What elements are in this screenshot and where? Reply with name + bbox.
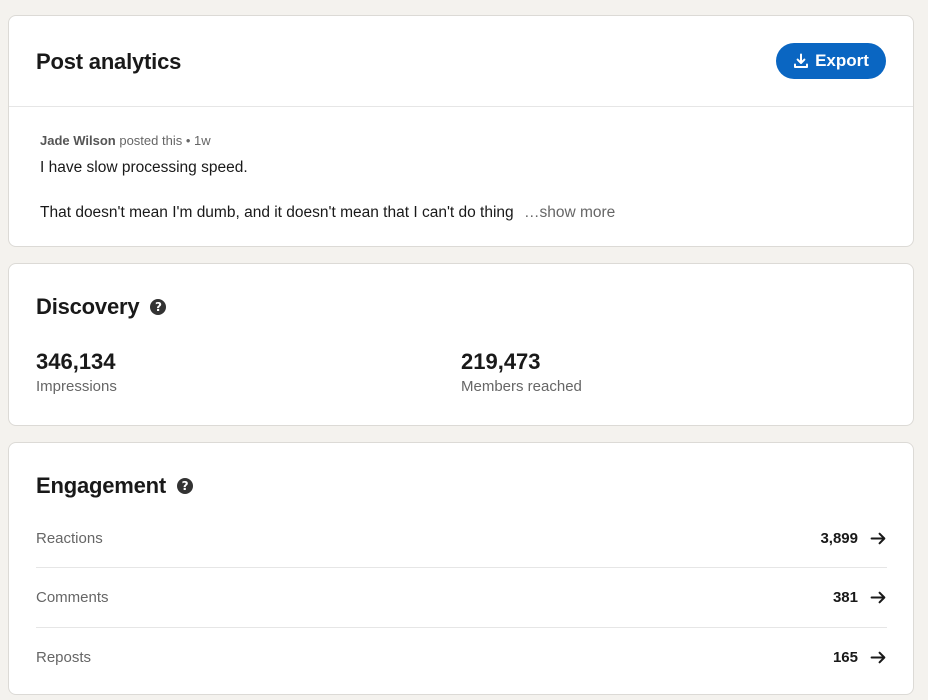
engagement-row-comments[interactable]: Comments 381 [36, 567, 887, 627]
impressions-label: Impressions [36, 378, 117, 395]
post-text-line-1: I have slow processing speed. [40, 159, 248, 176]
engagement-row-value: 381 [832, 588, 858, 606]
discovery-title: Discovery [36, 294, 140, 319]
post-analytics-card: Post analytics Export Jade Wilson posted… [8, 15, 914, 247]
engagement-row-right: 3,899 [820, 530, 887, 547]
post-text-line-2-content: That doesn't mean I'm dumb, and it doesn… [40, 204, 514, 221]
engagement-row-right: 165 [833, 649, 887, 666]
engagement-row-value: 165 [832, 648, 858, 666]
export-button[interactable]: Export [776, 43, 886, 79]
arrow-right-icon[interactable] [870, 530, 887, 547]
members-reached-metric: 219,473 Members reached [461, 349, 582, 395]
impressions-metric: 346,134 Impressions [36, 349, 117, 395]
engagement-row-reposts[interactable]: Reposts 165 [36, 627, 887, 687]
post-meta-suffix: posted this • 1w [115, 133, 211, 148]
impressions-value: 346,134 [36, 349, 116, 374]
engagement-row-right: 381 [833, 589, 887, 606]
post-analytics-header: Post analytics Export [9, 16, 913, 107]
post-author[interactable]: Jade Wilson [40, 133, 116, 148]
arrow-right-icon[interactable] [870, 649, 887, 666]
arrow-right-icon[interactable] [870, 589, 887, 606]
engagement-row-label: Reposts [36, 648, 92, 666]
engagement-row-value: 3,899 [820, 529, 858, 547]
show-more-link[interactable]: …show more [524, 204, 615, 221]
discovery-card: Discovery ? 346,134 Impressions 219,473 … [8, 263, 914, 426]
engagement-row-label: Reactions [36, 529, 103, 547]
engagement-row-reactions[interactable]: Reactions 3,899 [36, 508, 887, 568]
engagement-row-label: Comments [36, 588, 109, 606]
post-text-line-2: That doesn't mean I'm dumb, and it doesn… [40, 204, 615, 222]
members-reached-label: Members reached [461, 378, 582, 395]
download-icon [794, 53, 809, 68]
discovery-title-wrap: Discovery ? [36, 294, 167, 320]
engagement-title-wrap: Engagement ? [36, 473, 194, 499]
page-title: Post analytics [36, 49, 182, 74]
engagement-card: Engagement ? Reactions 3,899 Comments 38… [8, 442, 914, 695]
question-circle-icon[interactable]: ? [150, 299, 167, 315]
post-meta: Jade Wilson posted this • 1w [40, 133, 211, 148]
export-button-label: Export [815, 51, 869, 70]
members-reached-value: 219,473 [461, 349, 541, 374]
engagement-title: Engagement [36, 473, 167, 498]
question-circle-icon[interactable]: ? [177, 478, 194, 494]
